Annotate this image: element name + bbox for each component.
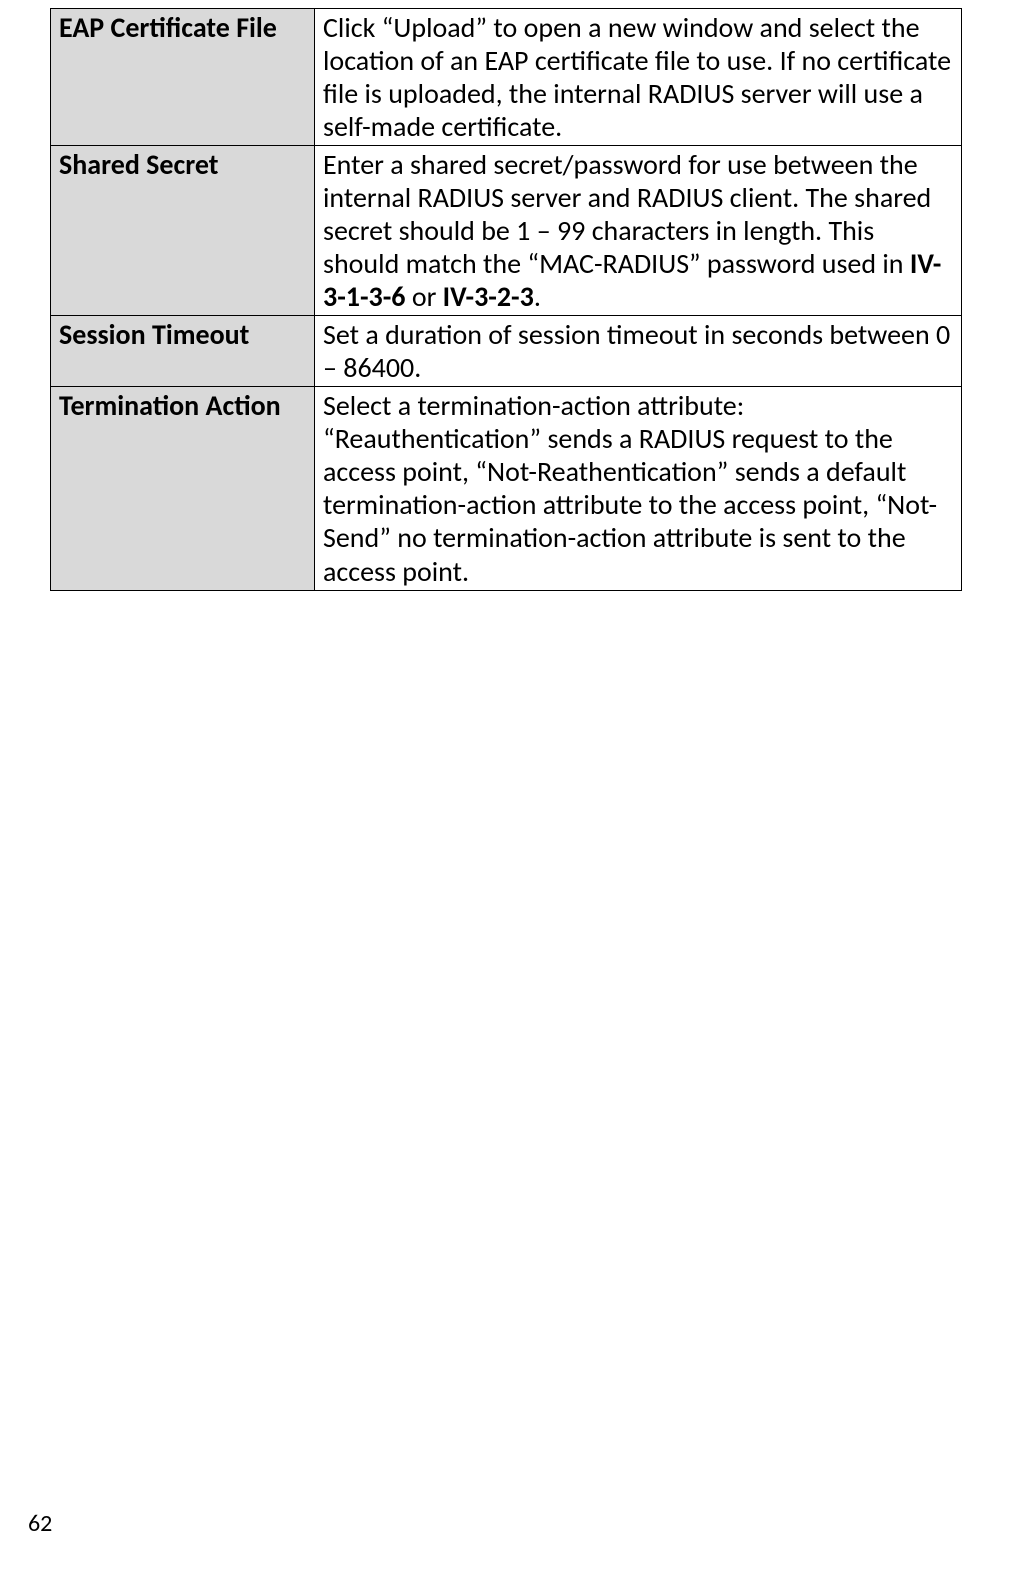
row-label-termination-action: Termination Action [51, 387, 315, 590]
row-label-shared-secret: Shared Secret [51, 146, 315, 316]
desc-bold-ref-2: IV-3-2-3 [443, 279, 534, 314]
page-number: 62 [28, 1509, 52, 1538]
row-desc-termination-action: Select a termination-action attribute: “… [315, 387, 962, 590]
desc-text: Enter a shared secret/password for use b… [323, 147, 931, 281]
row-desc-eap-certificate: Click “Upload” to open a new window and … [315, 9, 962, 146]
settings-table: EAP Certificate File Click “Upload” to o… [50, 8, 962, 591]
table-row: EAP Certificate File Click “Upload” to o… [51, 9, 962, 146]
row-desc-shared-secret: Enter a shared secret/password for use b… [315, 146, 962, 316]
row-label-session-timeout: Session Timeout [51, 316, 315, 387]
table-row: Shared Secret Enter a shared secret/pass… [51, 146, 962, 316]
desc-text: or [405, 279, 442, 314]
row-desc-session-timeout: Set a duration of session timeout in sec… [315, 316, 962, 387]
row-label-eap-certificate: EAP Certificate File [51, 9, 315, 146]
table-row: Session Timeout Set a duration of sessio… [51, 316, 962, 387]
table-row: Termination Action Select a termination-… [51, 387, 962, 590]
desc-text: . [534, 279, 541, 314]
